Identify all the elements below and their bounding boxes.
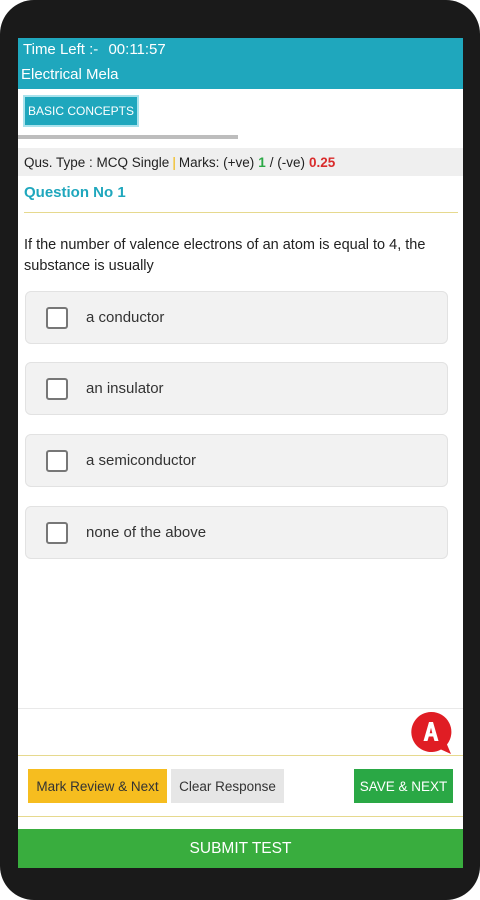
app-title: Electrical Mela xyxy=(21,66,119,83)
question-info-bar: Qus. Type : MCQ Single | Marks: (+ve) 1 … xyxy=(18,148,463,176)
top-bar: Time Left :- 00:11:57 Electrical Mela xyxy=(18,38,463,89)
marks-label: Marks: (+ve) xyxy=(178,154,255,170)
option-label: a conductor xyxy=(86,309,165,326)
negative-marks-label: / (-ve) xyxy=(269,154,305,170)
device-frame: Time Left :- 00:11:57 Electrical Mela BA… xyxy=(0,0,480,900)
empty-checkbox-icon[interactable] xyxy=(46,521,68,544)
question-divider xyxy=(24,212,458,213)
question-number: Question No 1 xyxy=(24,184,126,201)
content-divider xyxy=(18,708,463,709)
option-label: a semiconductor xyxy=(86,452,197,469)
mark-review-next-button[interactable]: Mark Review & Next xyxy=(28,769,167,803)
tab-scroll-indicator xyxy=(18,135,238,139)
actions-top-divider xyxy=(18,755,463,756)
negative-marks: 0.25 xyxy=(308,154,336,170)
option-2[interactable]: an insulator xyxy=(25,362,448,415)
empty-checkbox-icon[interactable] xyxy=(46,306,68,329)
timer: Time Left :- 00:11:57 xyxy=(23,41,166,58)
option-3[interactable]: a semiconductor xyxy=(25,434,448,487)
info-separator: | xyxy=(172,154,176,170)
app-screen: Time Left :- 00:11:57 Electrical Mela BA… xyxy=(18,38,463,868)
option-4[interactable]: none of the above xyxy=(25,506,448,559)
category-tab-basic-concepts[interactable]: BASIC CONCEPTS xyxy=(23,95,139,127)
positive-marks: 1 xyxy=(258,154,266,170)
actions-bottom-divider xyxy=(18,816,463,817)
submit-test-button[interactable]: SUBMIT TEST xyxy=(18,829,463,868)
empty-checkbox-icon[interactable] xyxy=(46,377,68,400)
option-1[interactable]: a conductor xyxy=(25,291,448,344)
save-next-button[interactable]: SAVE & NEXT xyxy=(354,769,453,803)
question-text: If the number of valence electrons of an… xyxy=(24,237,426,274)
letter-a-chat-bubble-icon[interactable] xyxy=(408,710,454,756)
timer-value: 00:11:57 xyxy=(108,41,166,58)
timer-label: Time Left :- xyxy=(23,41,99,58)
option-label: none of the above xyxy=(86,524,207,541)
clear-response-button[interactable]: Clear Response xyxy=(171,769,284,803)
empty-checkbox-icon[interactable] xyxy=(46,449,68,472)
option-label: an insulator xyxy=(86,380,164,397)
question-type: Qus. Type : MCQ Single xyxy=(24,154,170,170)
